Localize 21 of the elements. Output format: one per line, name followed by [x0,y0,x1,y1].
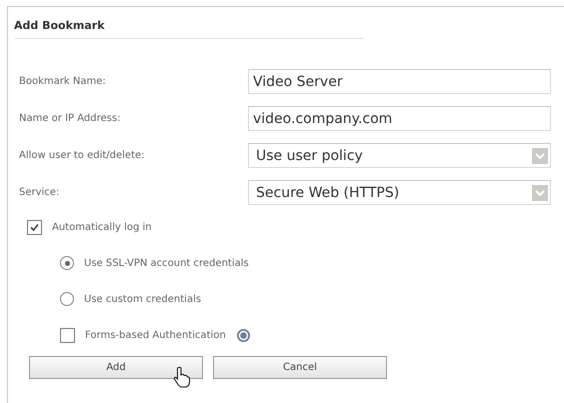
radio-label: Use SSL-VPN account credentials [84,258,249,268]
radio-button[interactable] [60,256,74,270]
dialog-button[interactable]: Cancel [213,356,387,379]
checkbox[interactable] [60,328,75,342]
checkbox-label: Automatically log in [52,222,152,232]
dropdown[interactable]: Use user policy [248,143,551,168]
field-label: Bookmark Name: [18,76,107,87]
panel-title: Add Bookmark [14,15,364,39]
dropdown[interactable]: Secure Web (HTTPS) [248,180,551,205]
checkbox-label: Forms-based Authentication [85,330,226,340]
checkmark-icon [29,222,40,232]
radio-button[interactable] [60,292,74,306]
radio-label: Use custom credentials [84,294,202,304]
field-label: Service: [18,187,60,198]
dialog-button[interactable]: Add [29,356,203,379]
input-field[interactable]: video.company.com [248,106,551,131]
hand-cursor-icon [173,366,191,388]
field-label: Allow user to edit/delete: [18,150,146,161]
field-label: Name or IP Address: [18,113,122,124]
checkbox[interactable] [27,220,42,234]
input-field[interactable]: Video Server [248,69,551,94]
